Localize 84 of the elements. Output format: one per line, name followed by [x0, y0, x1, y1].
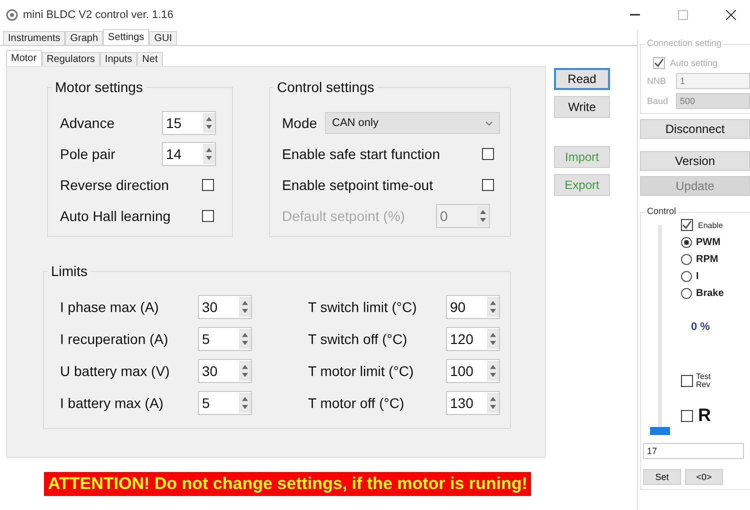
- minimize-icon[interactable]: [630, 14, 640, 16]
- field-label: U battery max (V): [60, 363, 171, 379]
- slider-thumb[interactable]: [650, 427, 670, 435]
- number-field[interactable]: 90: [446, 295, 500, 319]
- field-label: T switch off (°C): [308, 331, 408, 347]
- number-field[interactable]: 5: [198, 391, 252, 415]
- spin-arrows-icon[interactable]: [203, 113, 215, 133]
- number-field[interactable]: 130: [446, 391, 500, 415]
- checkbox-label: Enable: [698, 220, 723, 230]
- group-title: Limits: [48, 263, 91, 279]
- group-title: Control settings: [274, 79, 378, 95]
- spin-arrows-icon[interactable]: [487, 297, 499, 317]
- set-button[interactable]: Set: [643, 469, 681, 485]
- field-label: T switch limit (°C): [308, 299, 418, 315]
- spin-arrows-icon[interactable]: [239, 361, 251, 381]
- tab[interactable]: Motor: [6, 50, 42, 66]
- field-label: I recuperation (A): [60, 331, 170, 347]
- field-label: T motor off (°C): [308, 395, 406, 411]
- spin-arrows-icon[interactable]: [487, 361, 499, 381]
- group-title: Connection setting: [645, 38, 724, 48]
- checkbox[interactable]: [681, 219, 693, 231]
- checkbox[interactable]: [482, 179, 494, 191]
- field-label: Pole pair: [60, 146, 116, 162]
- radio-option[interactable]: PWM: [681, 237, 724, 248]
- action-button[interactable]: Write: [554, 96, 610, 118]
- number-field[interactable]: 15: [162, 111, 216, 135]
- tab[interactable]: Regulators: [42, 52, 100, 66]
- number-field[interactable]: 5: [198, 327, 252, 351]
- checkbox-label: Auto setting: [670, 58, 718, 68]
- setpoint-field[interactable]: 17: [643, 443, 744, 459]
- checkbox-label: Auto Hall learning: [60, 208, 172, 224]
- field-label: T motor limit (°C): [308, 363, 415, 379]
- checkbox[interactable]: [202, 210, 214, 222]
- tab[interactable]: Settings: [103, 29, 150, 45]
- spin-arrows-icon[interactable]: [203, 144, 215, 164]
- checkbox[interactable]: [681, 410, 693, 422]
- field-label: I battery max (A): [60, 395, 164, 411]
- spin-arrows-icon[interactable]: [487, 329, 499, 349]
- group-title: Control: [645, 206, 678, 216]
- tab[interactable]: GUI: [149, 31, 177, 45]
- group-title: Motor settings: [52, 79, 146, 95]
- side-button[interactable]: Version: [640, 151, 750, 171]
- close-icon[interactable]: [726, 10, 736, 20]
- field-label: Default setpoint (%): [282, 208, 406, 224]
- warning-banner: ATTENTION! Do not change settings, if the motor is runing!: [44, 472, 532, 496]
- number-field[interactable]: 120: [446, 327, 500, 351]
- tab[interactable]: Graph: [65, 31, 104, 45]
- number-field[interactable]: 14: [162, 142, 216, 166]
- step-button[interactable]: <0>: [685, 469, 723, 485]
- reverse-checkbox[interactable]: R: [681, 405, 724, 426]
- mode-dropdown[interactable]: CAN only: [325, 112, 500, 134]
- checkbox-label: Reverse direction: [60, 177, 170, 193]
- checkbox[interactable]: [681, 375, 693, 387]
- app-icon: [6, 9, 18, 21]
- spin-arrows-icon[interactable]: [487, 393, 499, 413]
- chevron-down-icon: [485, 120, 493, 126]
- spin-arrows-icon[interactable]: [239, 329, 251, 349]
- checkbox[interactable]: [202, 179, 214, 191]
- number-field[interactable]: 100: [446, 359, 500, 383]
- number-field[interactable]: 30: [198, 359, 252, 383]
- tab[interactable]: Net: [137, 52, 163, 66]
- checkbox[interactable]: [482, 148, 494, 160]
- test-rev-checkbox[interactable]: Test Rev: [681, 373, 719, 389]
- tab[interactable]: Inputs: [100, 52, 138, 66]
- number-field[interactable]: 30: [198, 295, 252, 319]
- field-label: NNB: [647, 76, 668, 86]
- radio-dot-icon: [684, 240, 689, 245]
- field-label: Baud: [647, 96, 670, 106]
- radio-option[interactable]: Brake: [681, 288, 724, 299]
- checkbox-label: Enable setpoint time-out: [282, 177, 434, 193]
- field-label: Mode: [282, 115, 318, 131]
- output-reading: 0 %: [691, 321, 711, 333]
- spin-arrows-icon[interactable]: [239, 297, 251, 317]
- field-label: Advance: [60, 115, 116, 131]
- field-label: I phase max (A): [60, 299, 160, 315]
- spin-arrows-icon[interactable]: [239, 393, 251, 413]
- spin-arrows-icon[interactable]: [477, 206, 489, 226]
- window-title: mini BLDC V2 control ver. 1.16: [23, 9, 174, 21]
- tab[interactable]: Instruments: [3, 31, 66, 45]
- radio-option[interactable]: I: [681, 271, 724, 282]
- action-button[interactable]: Read: [554, 68, 610, 90]
- side-button[interactable]: Disconnect: [640, 119, 750, 139]
- radio-option[interactable]: RPM: [681, 254, 724, 265]
- checkbox-label: Enable safe start function: [282, 146, 441, 162]
